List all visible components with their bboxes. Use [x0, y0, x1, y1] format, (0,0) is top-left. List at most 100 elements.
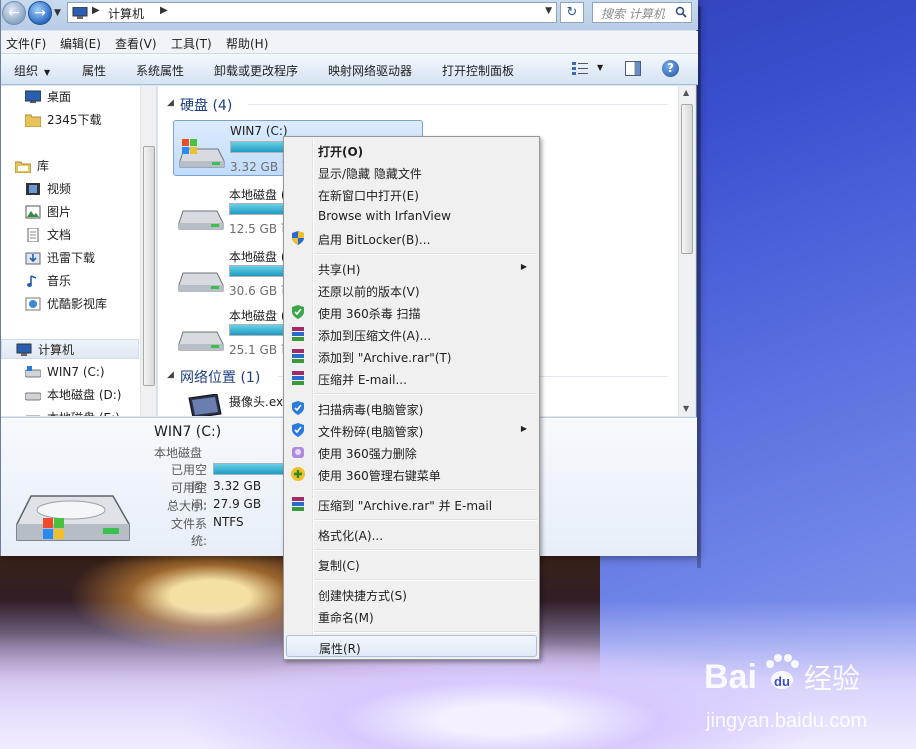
nav-item-2345-downloads[interactable]: 2345下载 — [1, 110, 139, 130]
nav-item-desktop[interactable]: 桌面 — [1, 87, 139, 107]
scrollbar-thumb[interactable] — [681, 104, 693, 254]
scrollbar-thumb[interactable] — [143, 146, 155, 386]
menu-item-label: 打开(O) — [318, 145, 364, 159]
uninstall-program-button[interactable]: 卸载或更改程序 — [214, 62, 298, 79]
drive-icon — [25, 415, 41, 416]
menu-item-360-scan[interactable]: 使用 360杀毒 扫描 — [286, 301, 537, 323]
menu-item-scan-virus[interactable]: 扫描病毒(电脑管家) — [286, 397, 537, 419]
organize-button[interactable]: 组织 ▼ — [14, 62, 50, 79]
nav-item-youku[interactable]: 优酷影视库 — [1, 294, 139, 314]
winrar-icon — [292, 497, 304, 511]
menu-item-share[interactable]: 共享(H) ▶ — [286, 257, 537, 279]
system-drive-icon — [25, 366, 41, 378]
menu-item-label: 压缩并 E-mail... — [318, 373, 407, 387]
menu-view[interactable]: 查看(V) — [115, 35, 157, 52]
menu-item-shred[interactable]: 文件粉碎(电脑管家) ▶ — [286, 419, 537, 441]
menu-tools[interactable]: 工具(T) — [171, 35, 212, 52]
nav-item-win7-c[interactable]: WIN7 (C:) — [1, 362, 139, 382]
breadcrumb-separator-icon[interactable]: ▶ — [160, 5, 168, 16]
menu-item-add-archive-rar[interactable]: 添加到 "Archive.rar"(T) — [286, 345, 537, 367]
search-input[interactable]: 搜索 计算机 — [592, 2, 692, 23]
menu-item-compress-email[interactable]: 压缩并 E-mail... — [286, 367, 537, 389]
menu-item-copy[interactable]: 复制(C) — [286, 553, 537, 575]
address-history-dropdown[interactable]: ▼ — [545, 6, 552, 16]
nav-item-documents[interactable]: 文档 — [1, 225, 139, 245]
collapse-arrow-icon[interactable]: ◢ — [167, 370, 174, 380]
nav-item-libraries[interactable]: 库 — [1, 156, 139, 176]
menu-separator — [314, 253, 537, 255]
menu-item-create-shortcut[interactable]: 创建快捷方式(S) — [286, 583, 537, 605]
menu-item-360-menu[interactable]: 使用 360管理右键菜单 — [286, 463, 537, 485]
pc-manager-icon — [292, 401, 304, 415]
menu-separator — [314, 393, 537, 395]
view-options-dropdown[interactable]: ▼ — [597, 63, 603, 72]
back-button[interactable]: ← — [2, 1, 26, 25]
nav-item-music[interactable]: 音乐 — [1, 271, 139, 291]
360-plus-icon — [291, 467, 305, 481]
folder-icon — [25, 114, 41, 127]
address-bar-area: ← → ▼ ▶ 计算机 ▶ ▼ ↻ 搜索 计算机 — [1, 0, 698, 30]
menu-file[interactable]: 文件(F) — [6, 35, 46, 52]
menu-help[interactable]: 帮助(H) — [226, 35, 268, 52]
menu-item-open-new-window[interactable]: 在新窗口中打开(E) — [286, 183, 537, 205]
nav-item-label: 图片 — [47, 205, 72, 219]
chevron-down-icon: ▼ — [44, 68, 51, 77]
recent-pages-dropdown[interactable]: ▼ — [54, 8, 61, 18]
menu-item-open[interactable]: 打开(O) — [286, 139, 537, 161]
winrar-icon — [292, 371, 304, 385]
menu-item-restore-versions[interactable]: 还原以前的版本(V) — [286, 279, 537, 301]
nav-item-computer[interactable]: 计算机 — [1, 339, 139, 359]
scroll-down-icon[interactable]: ▼ — [683, 404, 689, 413]
menu-item-rename[interactable]: 重命名(M) — [286, 605, 537, 627]
nav-item-label: 本地磁盘 (E:) — [47, 408, 120, 416]
search-icon[interactable] — [675, 6, 687, 18]
drive-icon — [178, 331, 224, 351]
content-scrollbar[interactable]: ▲ ▼ — [678, 86, 695, 416]
desktop-icon — [25, 90, 41, 103]
360-antivirus-icon — [292, 305, 304, 319]
total-size-label: 总大小: — [166, 499, 207, 513]
nav-item-videos[interactable]: 视频 — [1, 179, 139, 199]
breadcrumb-computer[interactable]: 计算机 — [108, 5, 144, 22]
menu-item-compress-rar-email[interactable]: 压缩到 "Archive.rar" 并 E-mail — [286, 493, 537, 515]
scroll-up-icon[interactable]: ▲ — [683, 88, 689, 97]
menu-item-bitlocker[interactable]: 启用 BitLocker(B)... — [286, 227, 537, 249]
menu-item-add-archive[interactable]: 添加到压缩文件(A)... — [286, 323, 537, 345]
collapse-arrow-icon[interactable]: ◢ — [167, 98, 174, 108]
menu-bar: 文件(F) 编辑(E) 查看(V) 工具(T) 帮助(H) — [1, 31, 698, 54]
menu-edit[interactable]: 编辑(E) — [60, 35, 101, 52]
preview-pane-icon[interactable] — [625, 61, 641, 76]
help-icon[interactable]: ? — [662, 60, 679, 77]
nav-item-local-d[interactable]: 本地磁盘 (D:) — [1, 385, 139, 405]
menu-item-format[interactable]: 格式化(A)... — [286, 523, 537, 545]
group-header-network-locations[interactable]: 网络位置 (1) — [180, 367, 260, 387]
system-properties-button[interactable]: 系统属性 — [136, 62, 184, 79]
menu-item-irfanview[interactable]: Browse with IrfanView — [286, 205, 537, 227]
refresh-button[interactable]: ↻ — [560, 2, 584, 23]
menu-separator — [314, 631, 537, 633]
properties-button[interactable]: 属性 — [82, 62, 106, 79]
menu-item-label: 创建快捷方式(S) — [318, 589, 407, 603]
pictures-icon — [25, 205, 41, 219]
open-control-panel-button[interactable]: 打开控制面板 — [442, 62, 514, 79]
forward-button[interactable]: → — [28, 1, 52, 25]
used-space-fill — [214, 464, 283, 474]
breadcrumb-separator-icon[interactable]: ▶ — [92, 5, 100, 16]
nav-item-xunlei-downloads[interactable]: 迅雷下载 — [1, 248, 139, 268]
menu-item-properties[interactable]: 属性(R) — [286, 635, 537, 657]
submenu-arrow-icon: ▶ — [520, 262, 527, 271]
nav-item-label: 音乐 — [47, 274, 72, 288]
change-view-icon[interactable] — [572, 62, 588, 76]
menu-item-force-delete[interactable]: 使用 360强力删除 — [286, 441, 537, 463]
address-input[interactable]: ▶ 计算机 ▶ ▼ — [67, 2, 557, 23]
window-shadow — [697, 6, 701, 568]
watermark-url: jingyan.baidu.com — [706, 710, 868, 732]
nav-item-label: 文档 — [47, 228, 72, 242]
navigation-scrollbar[interactable] — [140, 86, 156, 416]
menu-item-toggle-hidden[interactable]: 显示/隐藏 隐藏文件 — [286, 161, 537, 183]
map-network-drive-button[interactable]: 映射网络驱动器 — [328, 62, 412, 79]
nav-item-local-e[interactable]: 本地磁盘 (E:) — [1, 408, 139, 416]
nav-item-pictures[interactable]: 图片 — [1, 202, 139, 222]
menu-item-label: 共享(H) — [318, 263, 361, 277]
group-header-hard-disks[interactable]: 硬盘 (4) — [180, 95, 232, 115]
